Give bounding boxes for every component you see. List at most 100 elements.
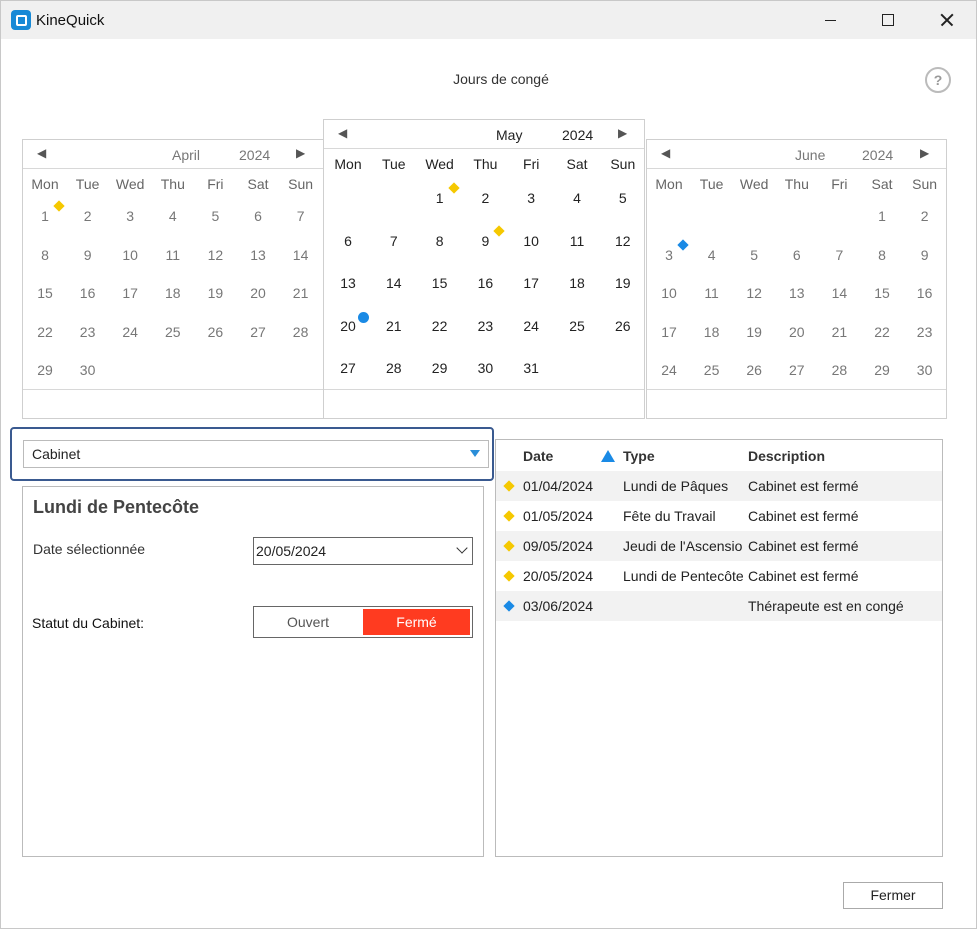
calendar-day[interactable]: 8 (25, 247, 65, 263)
calendar-day[interactable]: 14 (819, 285, 859, 301)
calendar-day[interactable]: 4 (692, 247, 732, 263)
calendar-day[interactable]: 7 (281, 208, 321, 224)
calendar-day[interactable]: 12 (195, 247, 235, 263)
sort-ascending-icon[interactable] (601, 450, 615, 462)
calendar-day[interactable]: 23 (905, 324, 945, 340)
calendar-day[interactable]: 25 (557, 318, 597, 334)
calendar-day[interactable]: 28 (819, 362, 859, 378)
open-option[interactable]: Ouvert (254, 607, 362, 637)
calendar-day[interactable]: 20 (238, 285, 278, 301)
calendar-day[interactable]: 29 (420, 360, 460, 376)
calendar-day[interactable]: 20 (777, 324, 817, 340)
calendar-day[interactable]: 28 (374, 360, 414, 376)
calendar-day[interactable]: 21 (281, 285, 321, 301)
calendar-day[interactable]: 2 (465, 190, 505, 206)
calendar-day[interactable]: 21 (819, 324, 859, 340)
next-month-icon[interactable]: ▶ (296, 146, 305, 160)
calendar-day[interactable]: 13 (777, 285, 817, 301)
holiday-row[interactable]: 01/05/2024 Fête du Travail Cabinet est fer… (496, 501, 942, 531)
calendar-day[interactable]: 23 (465, 318, 505, 334)
prev-month-icon[interactable]: ◀ (37, 146, 46, 160)
calendar-day[interactable]: 23 (68, 324, 108, 340)
column-header-type[interactable]: Type (623, 448, 655, 464)
calendar-day[interactable]: 15 (25, 285, 65, 301)
calendar-day[interactable]: 28 (281, 324, 321, 340)
calendar-day[interactable]: 17 (511, 275, 551, 291)
calendar-day[interactable]: 11 (557, 233, 597, 249)
calendar-day[interactable]: 9 (905, 247, 945, 263)
calendar-day[interactable]: 24 (649, 362, 689, 378)
holiday-row[interactable]: 01/04/2024 Lundi de Pâques Cabinet est fer… (496, 471, 942, 501)
closed-option[interactable]: Fermé (363, 609, 470, 635)
calendar-day[interactable]: 11 (153, 247, 193, 263)
calendar-day[interactable]: 9 (68, 247, 108, 263)
prev-month-icon[interactable]: ◀ (661, 146, 670, 160)
calendar-day[interactable]: 17 (649, 324, 689, 340)
calendar-day[interactable]: 6 (777, 247, 817, 263)
next-month-icon[interactable]: ▶ (618, 126, 627, 140)
calendar-day[interactable]: 1 (862, 208, 902, 224)
prev-month-icon[interactable]: ◀ (338, 126, 347, 140)
calendar-day[interactable]: 16 (465, 275, 505, 291)
calendar-day[interactable]: 27 (238, 324, 278, 340)
calendar-day[interactable]: 15 (420, 275, 460, 291)
calendar-day[interactable]: 6 (238, 208, 278, 224)
close-button[interactable]: Fermer (843, 882, 943, 909)
calendar-day[interactable]: 8 (420, 233, 460, 249)
chevron-down-icon[interactable] (456, 542, 468, 554)
calendar-day[interactable]: 17 (110, 285, 150, 301)
calendar-day[interactable]: 7 (819, 247, 859, 263)
calendar-day[interactable]: 30 (905, 362, 945, 378)
calendar-day[interactable]: 19 (603, 275, 643, 291)
calendar-day[interactable]: 24 (511, 318, 551, 334)
calendar-day[interactable]: 3 (511, 190, 551, 206)
caret-down-icon[interactable] (470, 450, 480, 457)
calendar-day[interactable]: 27 (328, 360, 368, 376)
calendar-day[interactable]: 3 (110, 208, 150, 224)
next-month-icon[interactable]: ▶ (920, 146, 929, 160)
calendar-day[interactable]: 22 (862, 324, 902, 340)
calendar-day[interactable]: 30 (465, 360, 505, 376)
calendar-day[interactable]: 4 (153, 208, 193, 224)
calendar-day[interactable]: 10 (110, 247, 150, 263)
calendar-day[interactable]: 2 (905, 208, 945, 224)
calendar-day[interactable]: 12 (603, 233, 643, 249)
calendar-day[interactable]: 29 (862, 362, 902, 378)
calendar-day[interactable]: 12 (734, 285, 774, 301)
calendar-day[interactable]: 10 (511, 233, 551, 249)
calendar-day[interactable]: 5 (195, 208, 235, 224)
holiday-row[interactable]: 03/06/2024 Thérapeute est en congé (496, 591, 942, 621)
help-icon[interactable]: ? (925, 67, 951, 93)
calendar-day[interactable]: 30 (68, 362, 108, 378)
close-window-button[interactable] (918, 1, 976, 39)
calendar-day[interactable]: 14 (281, 247, 321, 263)
scope-select[interactable]: Cabinet (23, 440, 489, 468)
calendar-day[interactable]: 26 (734, 362, 774, 378)
calendar-day[interactable]: 29 (25, 362, 65, 378)
calendar-day[interactable]: 19 (734, 324, 774, 340)
calendar-day[interactable]: 13 (328, 275, 368, 291)
date-picker[interactable]: 20/05/2024 (253, 537, 473, 565)
calendar-day[interactable]: 25 (153, 324, 193, 340)
column-header-date[interactable]: Date (523, 448, 553, 464)
calendar-day[interactable]: 5 (734, 247, 774, 263)
calendar-day[interactable]: 14 (374, 275, 414, 291)
minimize-button[interactable] (801, 1, 859, 39)
calendar-day[interactable]: 18 (692, 324, 732, 340)
calendar-day[interactable]: 18 (153, 285, 193, 301)
calendar-day[interactable]: 25 (692, 362, 732, 378)
calendar-day[interactable]: 6 (328, 233, 368, 249)
calendar-day[interactable]: 11 (692, 285, 732, 301)
calendar-day[interactable]: 7 (374, 233, 414, 249)
calendar-day[interactable]: 22 (25, 324, 65, 340)
calendar-day[interactable]: 19 (195, 285, 235, 301)
calendar-day[interactable]: 21 (374, 318, 414, 334)
calendar-day[interactable]: 22 (420, 318, 460, 334)
calendar-day[interactable]: 15 (862, 285, 902, 301)
calendar-day[interactable]: 18 (557, 275, 597, 291)
calendar-day[interactable]: 4 (557, 190, 597, 206)
calendar-day[interactable]: 16 (905, 285, 945, 301)
calendar-day[interactable]: 24 (110, 324, 150, 340)
maximize-button[interactable] (859, 1, 917, 39)
calendar-day[interactable]: 8 (862, 247, 902, 263)
